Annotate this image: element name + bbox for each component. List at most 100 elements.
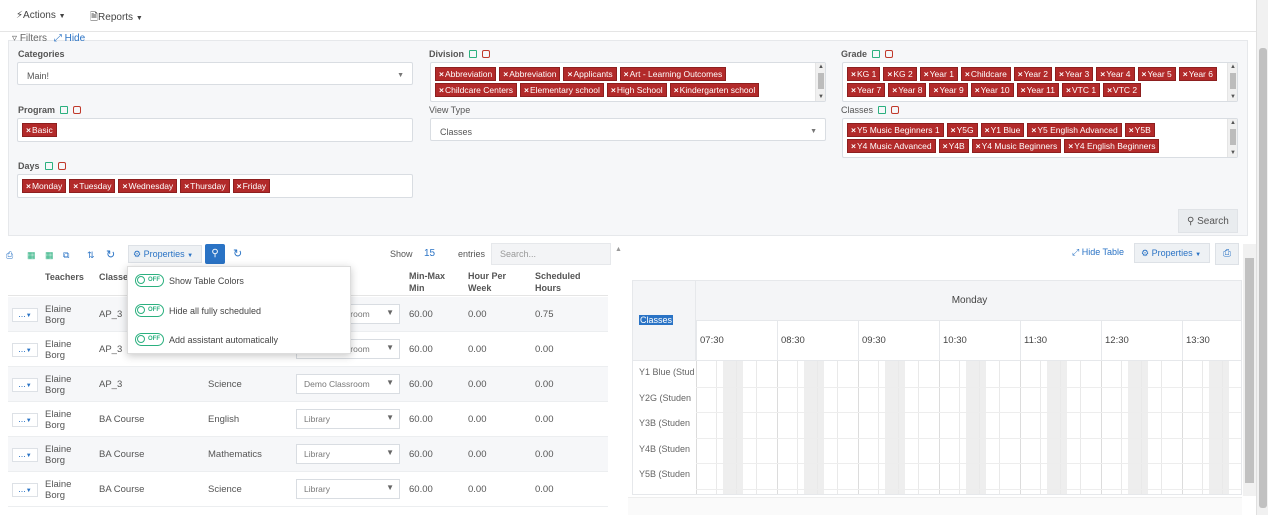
filter-tag[interactable]: ×Childcare Centers	[435, 83, 517, 97]
select-all-icon[interactable]	[60, 106, 69, 114]
col-hour-per-week[interactable]: Hour Per Week	[468, 270, 518, 294]
filter-tag[interactable]: ×Year 9	[929, 83, 968, 97]
grade-scrollbar[interactable]: ▲ ▼	[1227, 63, 1237, 101]
search-button[interactable]: ⚲ Search	[1178, 209, 1238, 233]
filter-tag[interactable]: ×Y4 English Beginners	[1064, 139, 1160, 153]
table-row[interactable]: ...▼ Elaine Borg BA Course Mathematics Libra…	[8, 437, 608, 472]
collapse-icon[interactable]: ⇅	[87, 250, 96, 260]
remove-tag-icon[interactable]: ×	[965, 69, 970, 79]
filter-tag[interactable]: ×Childcare	[960, 67, 1011, 81]
schedule-scrollbar[interactable]	[1243, 244, 1256, 496]
table-row[interactable]: ...▼ Elaine Borg BA Course English Library ▼ 6…	[8, 402, 608, 437]
remove-tag-icon[interactable]: ×	[851, 69, 856, 79]
filter-tag[interactable]: ×Y4B	[938, 139, 969, 153]
remove-tag-icon[interactable]: ×	[985, 125, 990, 135]
filter-tag[interactable]: ×Year 4	[1096, 67, 1135, 81]
filter-tag[interactable]: ×Y1 Blue	[980, 123, 1025, 137]
filter-tag[interactable]: ×Abbreviation	[435, 67, 497, 81]
table-search-input[interactable]: Search...	[491, 243, 611, 265]
remove-tag-icon[interactable]: ×	[439, 69, 444, 79]
remove-tag-icon[interactable]: ×	[26, 125, 31, 135]
division-scrollbar-thumb[interactable]	[818, 73, 824, 89]
col-scheduled-hours[interactable]: Scheduled Hours	[535, 270, 595, 294]
row-actions-button[interactable]: ...▼	[12, 308, 38, 322]
remove-tag-icon[interactable]: ×	[674, 85, 679, 95]
table-search-button[interactable]: ⚲	[205, 244, 225, 264]
page-scrollbar-thumb[interactable]	[1259, 48, 1267, 508]
filter-tag[interactable]: ×VTC 1	[1062, 83, 1101, 97]
remove-tag-icon[interactable]: ×	[624, 69, 629, 79]
filter-tag[interactable]: ×Elementary school	[520, 83, 604, 97]
filter-tag[interactable]: ×Y5 Music Beginners 1	[847, 123, 944, 137]
filter-tag[interactable]: ×KG 1	[847, 67, 881, 81]
remove-tag-icon[interactable]: ×	[951, 125, 956, 135]
schedule-row-label[interactable]: Y4B (Studen	[639, 444, 690, 454]
room-select[interactable]: Library ▼	[296, 409, 400, 429]
remove-tag-icon[interactable]: ×	[184, 181, 189, 191]
hide-filters-link[interactable]: ⤢ Hide	[54, 33, 85, 44]
schedule-row-label[interactable]: Y5B (Studen	[639, 469, 690, 479]
remove-tag-icon[interactable]: ×	[503, 69, 508, 79]
page-scrollbar[interactable]	[1256, 0, 1268, 515]
filter-tag[interactable]: ×Y4 Music Beginners	[971, 139, 1062, 153]
remove-tag-icon[interactable]: ×	[851, 125, 856, 135]
toggle-switch[interactable]: OFF	[135, 304, 164, 317]
clear-all-icon[interactable]	[57, 162, 66, 170]
categories-select[interactable]: Main! ▼	[17, 62, 413, 85]
remove-tag-icon[interactable]: ×	[26, 181, 31, 191]
table-row[interactable]: ...▼ Elaine Borg BA Course Science Library ▼ 6…	[8, 472, 608, 507]
remove-tag-icon[interactable]: ×	[237, 181, 242, 191]
show-table-colors-option[interactable]: OFF Show Table Colors	[135, 274, 244, 287]
filter-tag[interactable]: ×Y5G	[946, 123, 978, 137]
filter-tag[interactable]: ×Art - Learning Outcomes	[619, 67, 727, 81]
properties-button[interactable]: ⚙ Properties ▼	[128, 245, 202, 263]
days-multiselect[interactable]: ×Monday ×Tuesday ×Wednesday ×Thursday ×Frida…	[17, 174, 413, 198]
add-assistant-option[interactable]: OFF Add assistant automatically	[135, 333, 278, 346]
clear-all-icon[interactable]	[891, 106, 900, 114]
remove-tag-icon[interactable]: ×	[892, 85, 897, 95]
remove-tag-icon[interactable]: ×	[851, 141, 856, 151]
remove-tag-icon[interactable]: ×	[1066, 85, 1071, 95]
panel-splitter[interactable]: ▲	[612, 236, 626, 515]
filter-tag[interactable]: ×Year 10	[970, 83, 1014, 97]
remove-tag-icon[interactable]: ×	[1129, 125, 1134, 135]
filter-tag[interactable]: ×Year 5	[1137, 67, 1176, 81]
schedule-properties-button[interactable]: ⚙ Properties ▼	[1134, 243, 1210, 263]
remove-tag-icon[interactable]: ×	[439, 85, 444, 95]
table-row[interactable]: ...▼ Elaine Borg AP_3 Science Demo Classroom…	[8, 367, 608, 402]
reload-icon[interactable]: ↻	[233, 247, 242, 260]
remove-tag-icon[interactable]: ×	[1021, 85, 1026, 95]
csv-icon[interactable]: ▦	[45, 250, 54, 260]
select-all-icon[interactable]	[878, 106, 887, 114]
grade-scrollbar-thumb[interactable]	[1230, 73, 1236, 89]
schedule-print-button[interactable]: ⎙	[1215, 243, 1239, 265]
remove-tag-icon[interactable]: ×	[851, 85, 856, 95]
filter-tag[interactable]: ×Friday	[232, 179, 271, 193]
remove-tag-icon[interactable]: ×	[933, 85, 938, 95]
refresh-icon[interactable]: ↻	[106, 248, 115, 261]
hide-fully-scheduled-option[interactable]: OFF Hide all fully scheduled	[135, 304, 261, 317]
filter-tag[interactable]: ×Abbreviation	[499, 67, 561, 81]
row-actions-button[interactable]: ...▼	[12, 343, 38, 357]
remove-tag-icon[interactable]: ×	[1107, 85, 1112, 95]
classes-scrollbar[interactable]: ▲ ▼	[1227, 119, 1237, 157]
col-teachers[interactable]: Teachers	[45, 271, 84, 283]
row-actions-button[interactable]: ...▼	[12, 483, 38, 497]
filter-tag[interactable]: ×Year 8	[888, 83, 927, 97]
filter-tag[interactable]: ×Year 7	[847, 83, 886, 97]
filter-tag[interactable]: ×Year 2	[1013, 67, 1053, 81]
filter-tag[interactable]: ×Wednesday	[118, 179, 178, 193]
clear-all-icon[interactable]	[482, 50, 491, 58]
filter-tag[interactable]: ×Year 1	[919, 67, 958, 81]
remove-tag-icon[interactable]: ×	[924, 69, 929, 79]
filter-tag[interactable]: ×Monday	[22, 179, 67, 193]
room-select[interactable]: Demo Classroom ▼	[296, 374, 400, 394]
classes-multiselect[interactable]: ×Y5 Music Beginners 1 ×Y5G ×Y1 Blue ×Y5 Eng…	[842, 118, 1238, 158]
entries-count-select[interactable]: 15	[424, 248, 435, 259]
reports-menu[interactable]: 🗎︎Reports ▼	[90, 10, 143, 27]
toggle-switch[interactable]: OFF	[135, 333, 164, 346]
actions-menu[interactable]: ⚡︎Actions ▼	[16, 10, 66, 21]
remove-tag-icon[interactable]: ×	[975, 85, 980, 95]
remove-tag-icon[interactable]: ×	[976, 141, 981, 151]
schedule-horizontal-scrollbar[interactable]	[628, 497, 1242, 515]
